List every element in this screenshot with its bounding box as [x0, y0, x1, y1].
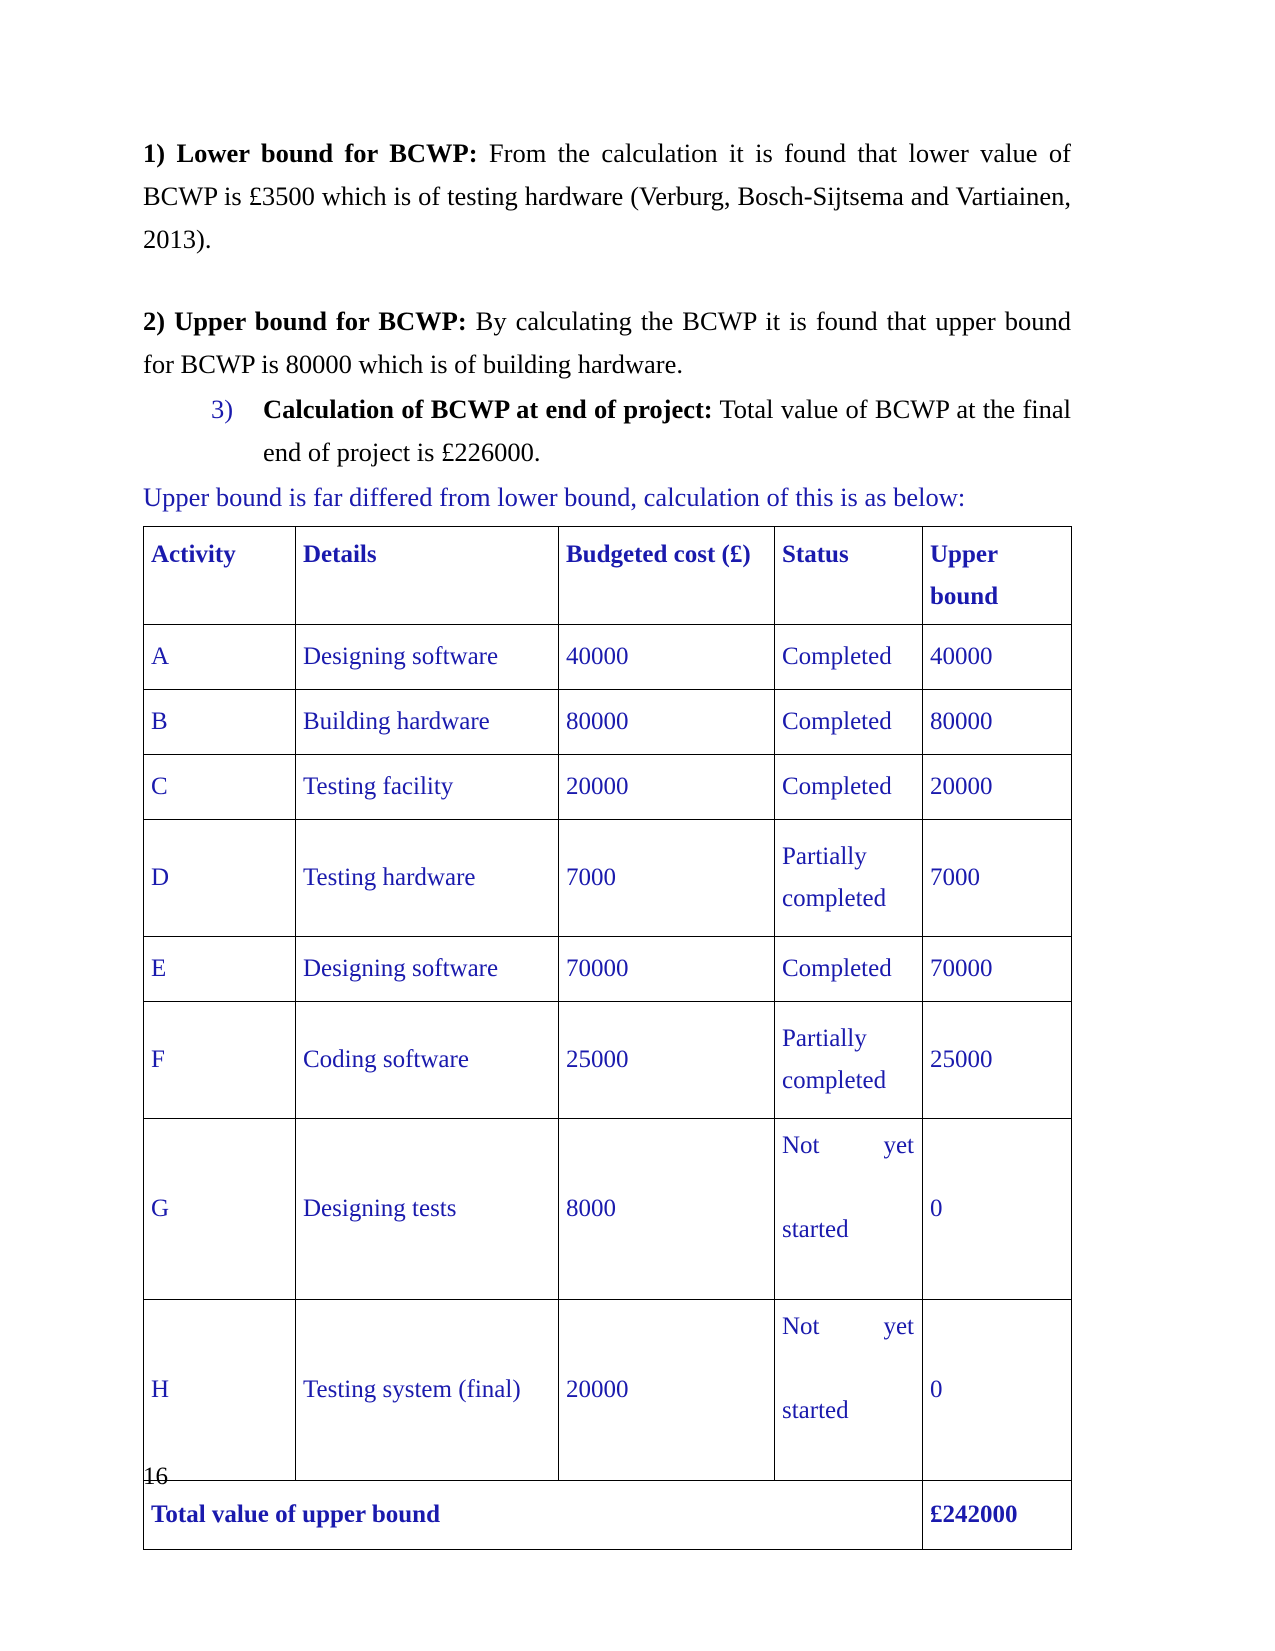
column-header-upper-bound: Upper bound — [922, 526, 1072, 625]
table-row: A Designing software 40000 Completed 400… — [143, 624, 1072, 690]
cell-status: Completed — [774, 754, 923, 820]
table-row: E Designing software 70000 Completed 700… — [143, 936, 1072, 1002]
table-row: H Testing system (final) 20000 Not yet s… — [143, 1299, 1072, 1481]
cell-activity: A — [143, 624, 296, 690]
cell-cost: 25000 — [558, 1001, 775, 1119]
cell-upper-bound: 80000 — [922, 689, 1072, 755]
bcwp-upper-bound-table: Activity Details Budgeted cost (£) Statu… — [143, 526, 1072, 1550]
cell-status-line-1: Not yet — [782, 1132, 914, 1159]
cell-status: Not yet started — [774, 1299, 923, 1481]
column-header-budgeted-cost: Budgeted cost (£) — [558, 526, 775, 625]
cell-status-line-1: Not yet — [782, 1313, 914, 1340]
cell-upper-bound: 0 — [922, 1299, 1072, 1481]
cell-details: Building hardware — [295, 689, 559, 755]
cell-activity: E — [143, 936, 296, 1002]
cell-status: Completed — [774, 936, 923, 1002]
cell-total-label: Total value of upper bound — [143, 1480, 923, 1550]
paragraph-lower-bound: 1) Lower bound for BCWP: From the calcul… — [143, 132, 1071, 261]
cell-upper-bound: 7000 — [922, 819, 1072, 937]
table-header-row: Activity Details Budgeted cost (£) Statu… — [143, 526, 1072, 625]
cell-cost: 20000 — [558, 1299, 775, 1481]
cell-status: Partially completed — [774, 1001, 923, 1119]
column-header-details: Details — [295, 526, 559, 625]
cell-status: Not yet started — [774, 1118, 923, 1300]
list-item-label: Calculation of BCWP at end of project: — [263, 394, 713, 424]
cell-status-line-1: Partially — [782, 1025, 867, 1052]
cell-activity: F — [143, 1001, 296, 1119]
cell-cost: 8000 — [558, 1118, 775, 1300]
cell-upper-bound: 40000 — [922, 624, 1072, 690]
table-body: A Designing software 40000 Completed 400… — [143, 624, 1072, 1550]
cell-status-line-2: started — [782, 1397, 849, 1424]
table-row: C Testing facility 20000 Completed 20000 — [143, 754, 1072, 820]
table-total-row: Total value of upper bound £242000 — [143, 1480, 1072, 1550]
cell-details: Designing tests — [295, 1118, 559, 1300]
cell-status: Completed — [774, 624, 923, 690]
list-item-text: Calculation of BCWP at end of project: T… — [263, 388, 1071, 474]
cell-cost: 20000 — [558, 754, 775, 820]
cell-cost: 70000 — [558, 936, 775, 1002]
cell-details: Testing system (final) — [295, 1299, 559, 1481]
cell-status-line-2: started — [782, 1216, 849, 1243]
list-item-marker: 3) — [211, 394, 234, 424]
cell-upper-bound: 0 — [922, 1118, 1072, 1300]
cell-activity: C — [143, 754, 296, 820]
cell-details: Coding software — [295, 1001, 559, 1119]
cell-cost: 7000 — [558, 819, 775, 937]
paragraph-lower-bound-label: 1) Lower bound for BCWP: — [143, 138, 478, 168]
paragraph-upper-bound-label: 2) Upper bound for BCWP: — [143, 306, 467, 336]
list-item-calculation: 3) Calculation of BCWP at end of project… — [143, 388, 1071, 474]
column-header-activity: Activity — [143, 526, 296, 625]
cell-status-line-2: completed — [782, 1067, 887, 1094]
column-header-status: Status — [774, 526, 923, 625]
table-row: B Building hardware 80000 Completed 8000… — [143, 689, 1072, 755]
cell-activity: B — [143, 689, 296, 755]
table-row: G Designing tests 8000 Not yet started 0 — [143, 1118, 1072, 1300]
cell-activity: G — [143, 1118, 296, 1300]
page-content: 1) Lower bound for BCWP: From the calcul… — [143, 132, 1072, 1550]
table-row: D Testing hardware 7000 Partially comple… — [143, 819, 1072, 937]
cell-details: Testing hardware — [295, 819, 559, 937]
paragraph-upper-bound: 2) Upper bound for BCWP: By calculating … — [143, 300, 1071, 386]
cell-details: Testing facility — [295, 754, 559, 820]
cell-activity: H — [143, 1299, 296, 1481]
cell-upper-bound: 25000 — [922, 1001, 1072, 1119]
cell-cost: 80000 — [558, 689, 775, 755]
table-row: F Coding software 25000 Partially comple… — [143, 1001, 1072, 1119]
table-header: Activity Details Budgeted cost (£) Statu… — [143, 526, 1072, 625]
page-number: 16 — [143, 1463, 168, 1490]
cell-details: Designing software — [295, 936, 559, 1002]
cell-status: Completed — [774, 689, 923, 755]
cell-cost: 40000 — [558, 624, 775, 690]
cell-status-line-2: completed — [782, 885, 887, 912]
cell-status: Partially completed — [774, 819, 923, 937]
cell-total-value: £242000 — [922, 1480, 1072, 1550]
table-caption: Upper bound is far differed from lower b… — [143, 482, 966, 512]
cell-upper-bound: 20000 — [922, 754, 1072, 820]
cell-activity: D — [143, 819, 296, 937]
cell-status-line-1: Partially — [782, 843, 867, 870]
cell-details: Designing software — [295, 624, 559, 690]
document-page: 1) Lower bound for BCWP: From the calcul… — [0, 0, 1275, 1651]
cell-upper-bound: 70000 — [922, 936, 1072, 1002]
